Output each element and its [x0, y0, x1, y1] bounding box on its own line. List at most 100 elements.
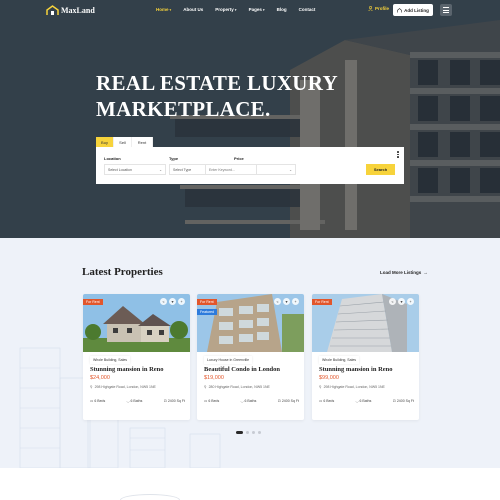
bath-icon: ◡: [126, 399, 130, 403]
dot: [397, 153, 399, 155]
property-title[interactable]: Beautiful Condo in London: [204, 366, 280, 373]
property-type-badge: Whole Building, Sales: [319, 356, 360, 364]
menu-icon[interactable]: [440, 4, 452, 16]
pager-dot[interactable]: [258, 431, 261, 434]
property-price: $24,000: [90, 375, 110, 381]
tab-rent[interactable]: Rent: [132, 137, 153, 147]
pager-dot[interactable]: [252, 431, 255, 434]
address-text: 280 Highgate Road, London, NW5 1NE: [208, 385, 270, 389]
property-image[interactable]: For Rent < ♥ +: [83, 294, 190, 352]
profile-button[interactable]: Profile: [368, 6, 389, 11]
hero-title-line1: REAL ESTATE LUXURY: [96, 71, 338, 95]
property-address: ⚲ 280 Highgate Road, London, NW5 1NE: [204, 385, 270, 389]
location-select[interactable]: Select Location ⌄: [104, 164, 166, 175]
nav-about-label: About Us: [183, 7, 204, 12]
property-title[interactable]: Stunning mansion in Reno: [319, 366, 393, 373]
card-body: Whole Building, Sales Stunning mansion i…: [312, 352, 419, 420]
area-icon: ⊡: [277, 399, 281, 403]
beds: ▭ 6 Beds: [319, 399, 334, 403]
property-price: $99,000: [319, 375, 339, 381]
nav-home[interactable]: Home ▾: [150, 7, 177, 12]
card-body: Whole Building, Sales Stunning mansion i…: [83, 352, 190, 420]
keyword-input[interactable]: Enter Keyword...: [205, 164, 257, 175]
bath-icon: ◡: [355, 399, 359, 403]
area: ⊡ 2400 Sq Ft: [278, 399, 299, 403]
property-card[interactable]: For Rent Featured < ♥ + Luxury House in …: [197, 294, 304, 420]
bed-icon: ▭: [319, 399, 323, 403]
pager-dot[interactable]: [236, 431, 243, 434]
nav-contact[interactable]: Contact: [293, 7, 322, 12]
property-card[interactable]: For Rent < ♥ + Whole Building, Sales Stu…: [83, 294, 190, 420]
chevron-down-icon: ⌄: [289, 167, 292, 172]
search-tabs: Buy Sell Rent: [96, 137, 153, 147]
brand-logo[interactable]: MaxLand: [46, 5, 95, 16]
add-listing-button[interactable]: Add Listing: [393, 4, 433, 16]
more-options-icon[interactable]: [397, 151, 399, 158]
dot: [397, 156, 399, 158]
card-actions: < ♥ +: [389, 298, 414, 305]
arrow-right-icon: →: [423, 270, 428, 275]
nav-property[interactable]: Property ▾: [209, 7, 242, 12]
share-icon[interactable]: <: [389, 298, 396, 305]
dot: [397, 151, 399, 153]
property-type-badge: Luxury House in Greenville: [204, 356, 253, 364]
property-address: ⚲ 298 Highgate Road, London, NW5 1NE: [90, 385, 156, 389]
beds-value: 6 Beds: [94, 399, 106, 403]
area-value: 2400 Sq Ft: [396, 399, 414, 403]
search-button[interactable]: Search: [366, 164, 395, 175]
carousel-pager: [236, 431, 261, 434]
house-logo-icon: [46, 5, 59, 15]
nav-blog-label: Blog: [276, 7, 287, 12]
heart-icon[interactable]: ♥: [283, 298, 290, 305]
load-more-link[interactable]: Load More Listings →: [380, 270, 428, 275]
nav-pages[interactable]: Pages ▾: [243, 7, 271, 12]
tab-buy[interactable]: Buy: [96, 137, 114, 147]
nav-pages-label: Pages: [248, 7, 262, 12]
location-label: Location: [104, 156, 121, 161]
menu-line: [443, 9, 449, 11]
menu-line: [443, 11, 449, 13]
location-field: Location Select Location ⌄: [104, 156, 166, 175]
area-icon: ⊡: [392, 399, 396, 403]
price-label: Price: [234, 156, 244, 161]
plus-icon[interactable]: +: [407, 298, 414, 305]
plus-icon[interactable]: +: [178, 298, 185, 305]
type-value: Select Type: [173, 167, 192, 172]
latest-properties-section: Latest Properties Load More Listings → Fo…: [0, 238, 500, 468]
pager-dot[interactable]: [246, 431, 249, 434]
main-menu: Home ▾ About Us Property ▾ Pages ▾ Blog Con…: [150, 7, 321, 12]
nav-blog[interactable]: Blog: [271, 7, 293, 12]
beds: ▭ 6 Beds: [90, 399, 105, 403]
property-address: ⚲ 298 Highgate Road, London, NW5 1NE: [319, 385, 385, 389]
property-meta: ▭ 6 Beds ◡ 6 Baths ⊡ 2400 Sq Ft: [319, 399, 414, 403]
baths: ◡ 6 Baths: [241, 399, 257, 403]
hero-section: MaxLand Home ▾ About Us Property ▾ Pages ▾ …: [0, 0, 500, 238]
heart-icon[interactable]: ♥: [398, 298, 405, 305]
address-text: 298 Highgate Road, London, NW5 1NE: [94, 385, 156, 389]
profile-label: Profile: [375, 6, 390, 11]
featured-badge: Featured: [197, 309, 218, 315]
for-rent-badge: For Rent: [312, 299, 332, 305]
share-icon[interactable]: <: [274, 298, 281, 305]
card-body: Luxury House in Greenville Beautiful Con…: [197, 352, 304, 420]
area-value: 2400 Sq Ft: [281, 399, 299, 403]
property-image[interactable]: For Rent < ♥ +: [312, 294, 419, 352]
property-card[interactable]: For Rent < ♥ + Whole Building, Sales Stu…: [312, 294, 419, 420]
beds-value: 6 Beds: [208, 399, 220, 403]
baths-value: 6 Baths: [359, 399, 372, 403]
share-icon[interactable]: <: [160, 298, 167, 305]
plus-icon[interactable]: +: [292, 298, 299, 305]
address-text: 298 Highgate Road, London, NW5 1NE: [323, 385, 385, 389]
property-type-badge: Whole Building, Sales: [90, 356, 131, 364]
type-label: Type: [169, 156, 179, 161]
property-image[interactable]: For Rent Featured < ♥ +: [197, 294, 304, 352]
location-value: Select Location: [108, 167, 132, 172]
nav-about[interactable]: About Us: [177, 7, 209, 12]
baths-value: 6 Baths: [130, 399, 143, 403]
tab-sell[interactable]: Sell: [114, 137, 132, 147]
property-meta: ▭ 6 Beds ◡ 6 Baths ⊡ 2400 Sq Ft: [204, 399, 299, 403]
nav-home-label: Home: [156, 7, 169, 12]
location-pin-icon: ⚲: [319, 385, 322, 389]
property-title[interactable]: Stunning mansion in Reno: [90, 366, 164, 373]
heart-icon[interactable]: ♥: [169, 298, 176, 305]
